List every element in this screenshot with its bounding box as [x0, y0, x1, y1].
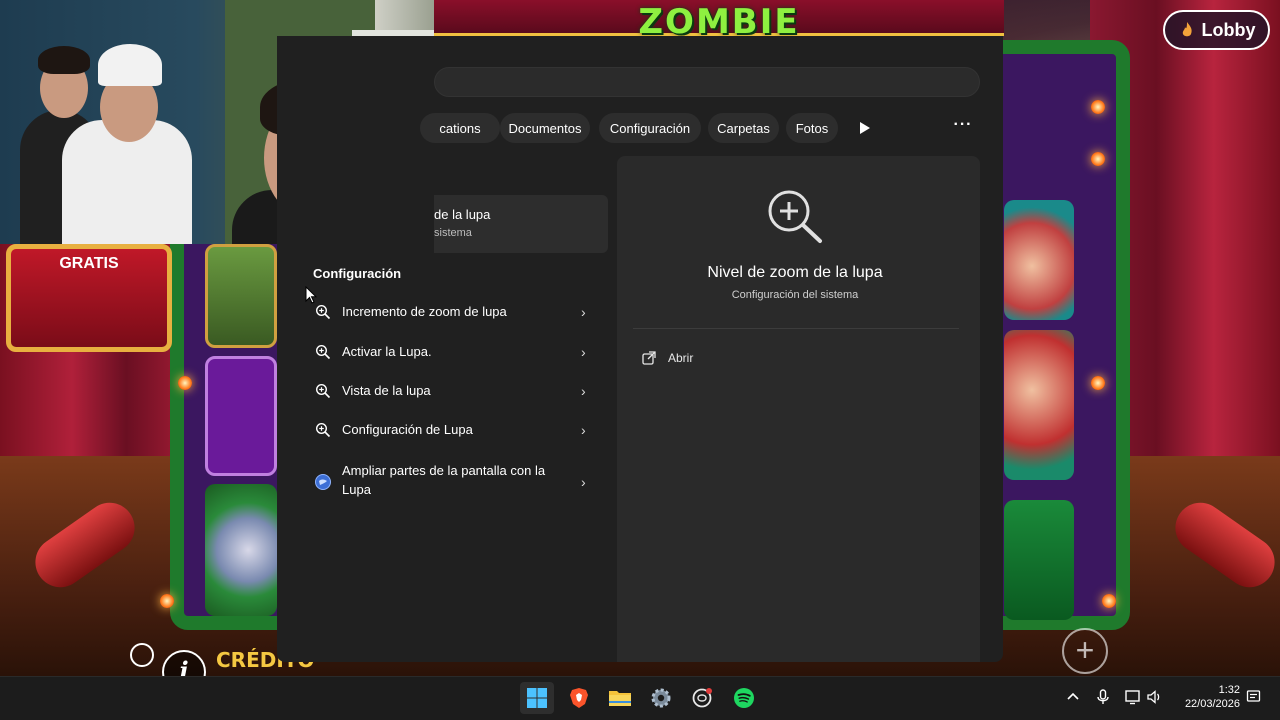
result-label: Incremento de zoom de lupa: [342, 304, 507, 319]
open-button[interactable]: Abrir: [642, 349, 693, 367]
green-symbol: [1004, 500, 1074, 620]
chevron-right-icon: ›: [581, 383, 586, 399]
zombie-symbol: [205, 244, 277, 348]
taskbar-clock[interactable]: 1:32 22/03/2026: [1176, 683, 1240, 711]
filter-tab-documents[interactable]: Documentos: [500, 113, 590, 143]
notification-icon[interactable]: [1245, 688, 1263, 706]
chevron-right-icon: ›: [581, 474, 586, 490]
free-spin-panel: GRATIS: [6, 244, 172, 352]
magnifier-icon: [315, 383, 331, 399]
free-spin-label: GRATIS: [59, 255, 119, 272]
open-label: Abrir: [668, 351, 694, 365]
clock-date: 22/03/2026: [1184, 698, 1240, 710]
result-label: Ampliar partes de la pantalla con la Lup…: [342, 463, 546, 497]
game-menu-icon[interactable]: [130, 643, 154, 667]
filter-tab-settings[interactable]: Configuración: [599, 113, 701, 143]
brave-browser-icon[interactable]: [562, 682, 596, 714]
play-arrow-icon[interactable]: [852, 118, 876, 138]
magnifier-icon: [315, 304, 331, 320]
magnifier-icon: [315, 422, 331, 438]
chevron-right-icon: ›: [581, 422, 586, 438]
chevron-right-icon: ›: [581, 344, 586, 360]
clown-face-symbol: [1004, 200, 1074, 320]
letter-symbol: [205, 356, 277, 476]
frame-bulb: [160, 594, 174, 608]
globe-icon: [315, 474, 331, 490]
result-item-magnifier-settings[interactable]: Configuración de Lupa ›: [303, 412, 607, 448]
frame-bulb: [1091, 376, 1105, 390]
detail-subtitle: Configuración del sistema: [731, 289, 859, 301]
detail-divider: [633, 328, 959, 329]
result-item-magnifier-view[interactable]: Vista de la lupa ›: [303, 373, 607, 409]
best-match-card[interactable]: [434, 195, 608, 253]
result-item-zoom-screen-parts[interactable]: Ampliar partes de la pantalla con la Lup…: [303, 458, 607, 506]
result-label: Configuración de Lupa: [342, 422, 473, 437]
result-item-zoom-increment[interactable]: Incremento de zoom de lupa ›: [303, 294, 607, 330]
magnifier-zoom-icon: [768, 190, 822, 243]
person-cap: [98, 44, 162, 86]
result-item-activate-magnifier[interactable]: Activar la Lupa. ›: [303, 334, 607, 370]
microphone-icon[interactable]: [1094, 688, 1112, 706]
frame-bulb: [1102, 594, 1116, 608]
chatgpt-icon[interactable]: [685, 682, 719, 714]
frame-bulb: [1091, 100, 1105, 114]
spotify-icon[interactable]: [727, 682, 761, 714]
best-match-subtitle: sistema: [434, 227, 472, 239]
network-icon[interactable]: [1124, 688, 1142, 706]
settings-section-heading: Configuración: [313, 266, 402, 281]
person-hair: [38, 46, 90, 74]
result-label: Vista de la lupa: [342, 383, 431, 398]
lobby-flame-icon: [1182, 22, 1192, 37]
clown-zombie-symbol: [205, 484, 277, 616]
chevron-right-icon: ›: [581, 304, 586, 320]
best-match-title: de la lupa: [434, 207, 491, 222]
chevron-up-icon[interactable]: [1064, 688, 1082, 706]
filter-tab-photos[interactable]: Fotos: [786, 113, 838, 143]
volume-icon[interactable]: [1146, 688, 1164, 706]
windows-start-icon[interactable]: [520, 682, 554, 714]
clown-face-symbol: [1004, 330, 1074, 480]
lobby-label: Lobby: [1201, 19, 1256, 40]
mouse-cursor-icon: [305, 286, 317, 304]
filter-tab-apps[interactable]: cations: [420, 113, 500, 143]
frame-bulb: [1091, 152, 1105, 166]
windows-taskbar: [0, 676, 1280, 720]
settings-gear-icon[interactable]: [644, 682, 678, 714]
detail-title: Nivel de zoom de la lupa: [707, 264, 883, 281]
open-external-icon: [642, 351, 656, 365]
frame-bulb: [178, 376, 192, 390]
game-title-banner: ZOMBIE: [434, 0, 1004, 42]
lobby-button[interactable]: Lobby: [1163, 10, 1270, 50]
result-label: Activar la Lupa.: [342, 344, 432, 359]
clock-time: 1:32: [1218, 684, 1240, 696]
filter-tab-folders[interactable]: Carpetas: [708, 113, 779, 143]
search-input[interactable]: [434, 67, 980, 97]
bet-plus-icon[interactable]: +: [1062, 628, 1108, 674]
magnifier-icon: [315, 344, 331, 360]
more-options-button[interactable]: ···: [948, 116, 978, 138]
file-explorer-icon[interactable]: [603, 682, 637, 714]
